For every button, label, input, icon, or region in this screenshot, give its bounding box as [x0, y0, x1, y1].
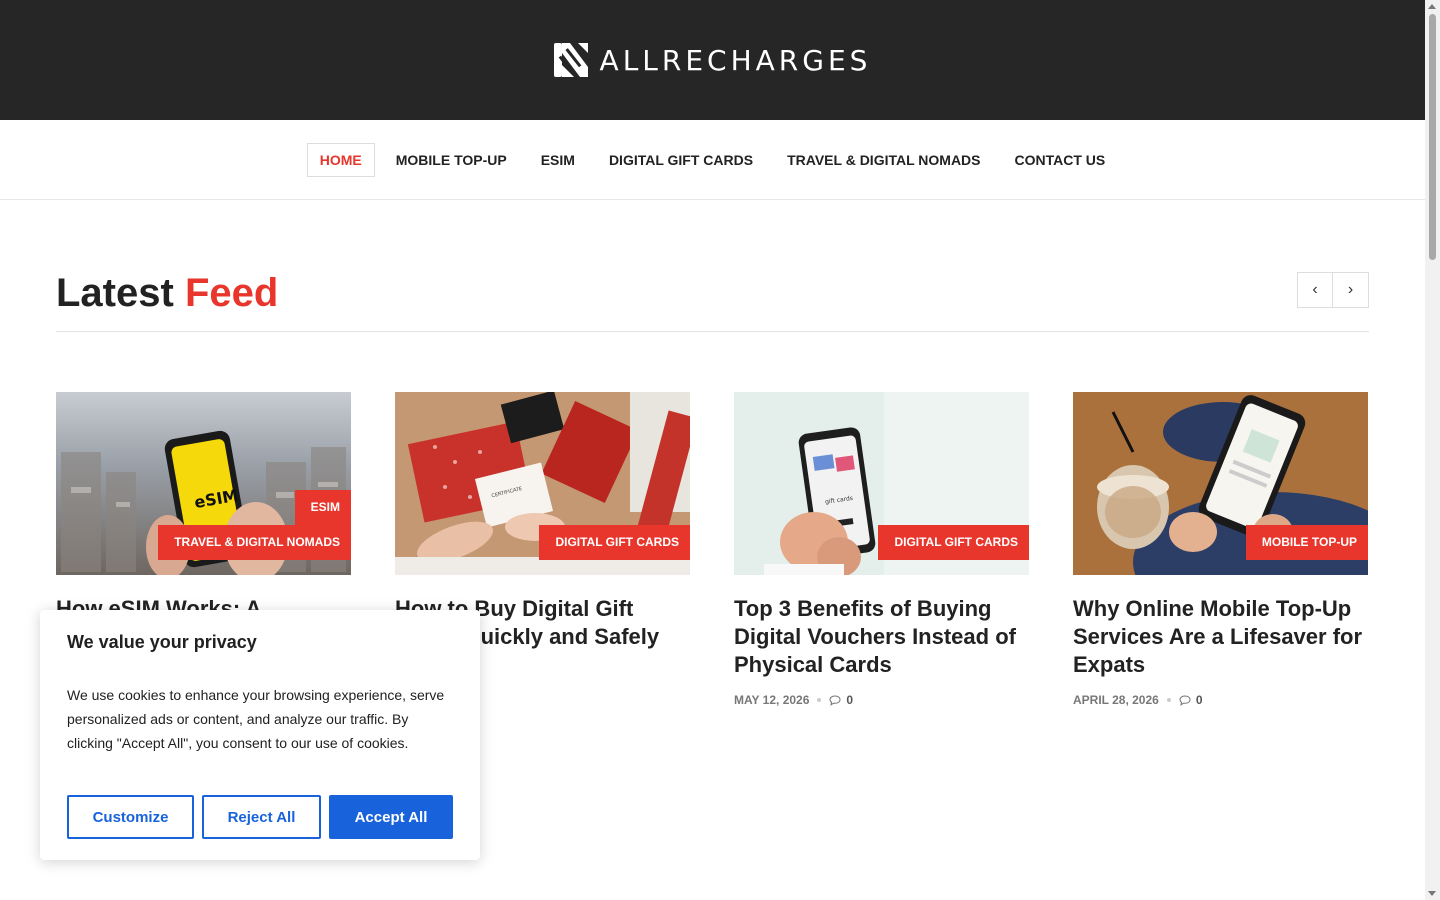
cookie-consent-banner: We value your privacy We use cookies to … [40, 610, 480, 860]
main-nav: HOME MOBILE TOP-UP ESIM DIGITAL GIFT CAR… [0, 120, 1425, 200]
section-title-main: Latest [56, 271, 174, 315]
meta-separator [1166, 698, 1171, 702]
page-scrollbar[interactable] [1425, 0, 1440, 900]
post-date: MAY 12, 2026 [734, 693, 810, 707]
category-tag-esim[interactable]: ESIM [294, 490, 351, 525]
latest-feed-header: Latest Feed ‹ › [56, 270, 1369, 332]
post-thumbnail[interactable]: MOBILE TOP-UP [1073, 392, 1368, 575]
carousel-arrows: ‹ › [1297, 272, 1369, 308]
post-thumbnail[interactable]: eSIM ESIM TRAVEL & DIGITAL NOMADS [56, 392, 351, 575]
comment-count-value: 0 [846, 693, 854, 707]
post-title[interactable]: Top 3 Benefits of Buying Digital Voucher… [734, 595, 1029, 679]
nav-item-esim[interactable]: ESIM [528, 143, 588, 177]
category-tag-digital-gift-cards[interactable]: DIGITAL GIFT CARDS [539, 525, 690, 560]
category-tag-travel[interactable]: TRAVEL & DIGITAL NOMADS [158, 525, 351, 560]
nav-item-mobile-top-up[interactable]: MOBILE TOP-UP [383, 143, 520, 177]
comment-count-value: 0 [1195, 693, 1203, 707]
cookie-actions: Customize Reject All Accept All [67, 795, 453, 839]
post-card: eSIM ESIM TRAVEL & DIGITAL NOMADS How eS… [56, 392, 351, 623]
cookie-title: We value your privacy [67, 632, 257, 652]
cookie-description: We use cookies to enhance your browsing … [67, 687, 445, 751]
post-meta: APRIL 28, 2026 0 [1073, 693, 1368, 707]
comment-count[interactable]: 0 [829, 693, 853, 707]
category-tag-digital-gift-cards[interactable]: DIGITAL GIFT CARDS [878, 525, 1029, 560]
post-card: MOBILE TOP-UP Why Online Mobile Top-Up S… [1073, 392, 1368, 707]
carousel-prev-button[interactable]: ‹ [1297, 272, 1333, 308]
site-header: ALLRECHARGES [0, 0, 1425, 120]
scrollbar-thumb[interactable] [1429, 14, 1436, 260]
meta-separator [817, 698, 822, 702]
nav-item-home[interactable]: HOME [306, 142, 375, 177]
section-title-accent: Feed [184, 271, 279, 315]
nav-item-travel-digital-nomads[interactable]: TRAVEL & DIGITAL NOMADS [774, 143, 993, 177]
scroll-up-arrow-icon[interactable] [1428, 4, 1436, 9]
chevron-right-icon: › [1347, 281, 1354, 298]
scroll-down-arrow-icon[interactable] [1428, 891, 1436, 896]
category-tags: MOBILE TOP-UP [1245, 525, 1368, 560]
post-meta: MAY 12, 2026 0 [734, 693, 1029, 707]
category-tags: DIGITAL GIFT CARDS [539, 525, 690, 560]
chevron-left-icon: ‹ [1312, 281, 1318, 298]
carousel-next-button[interactable]: › [1333, 272, 1369, 308]
comment-icon [1179, 694, 1191, 706]
post-card: gift cards DIGITAL GIFT CARDS Top 3 Bene… [734, 392, 1029, 707]
logo-mark-icon [553, 43, 588, 77]
post-date: APRIL 28, 2026 [1073, 693, 1159, 707]
logo-text: ALLRECHARGES [599, 43, 872, 77]
category-tags: ESIM TRAVEL & DIGITAL NOMADS [158, 490, 351, 560]
nav-item-digital-gift-cards[interactable]: DIGITAL GIFT CARDS [596, 143, 766, 177]
site-logo[interactable]: ALLRECHARGES [552, 41, 872, 79]
reject-all-button[interactable]: Reject All [202, 795, 321, 839]
nav-item-contact-us[interactable]: CONTACT US [1002, 143, 1119, 177]
comment-count[interactable]: 0 [1179, 693, 1203, 707]
post-thumbnail[interactable]: CERTIFICATE DIGITAL GIFT CARDS [395, 392, 690, 575]
post-title[interactable]: Why Online Mobile Top-Up Services Are a … [1073, 595, 1368, 679]
post-thumbnail[interactable]: gift cards DIGITAL GIFT CARDS [734, 392, 1029, 575]
section-title: Latest Feed [56, 270, 1369, 316]
category-tags: DIGITAL GIFT CARDS [878, 525, 1029, 560]
accept-all-button[interactable]: Accept All [329, 795, 453, 839]
comment-icon [829, 694, 841, 706]
customize-button[interactable]: Customize [67, 795, 194, 839]
category-tag-mobile-top-up[interactable]: MOBILE TOP-UP [1245, 525, 1368, 560]
